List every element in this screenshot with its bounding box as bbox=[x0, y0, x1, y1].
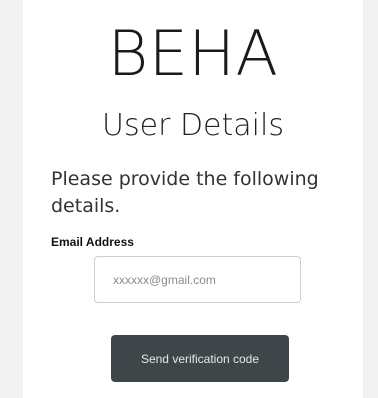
brand-logo: BEHA bbox=[107, 17, 279, 90]
send-verification-code-button[interactable]: Send verification code bbox=[111, 335, 289, 382]
instructions-text: Please provide the following details. bbox=[51, 168, 319, 217]
user-details-card: BEHA User Details Please provide the fol… bbox=[23, 0, 363, 398]
email-input[interactable] bbox=[94, 256, 301, 303]
page-title: User Details bbox=[102, 108, 284, 143]
email-label: Email Address bbox=[51, 235, 134, 249]
